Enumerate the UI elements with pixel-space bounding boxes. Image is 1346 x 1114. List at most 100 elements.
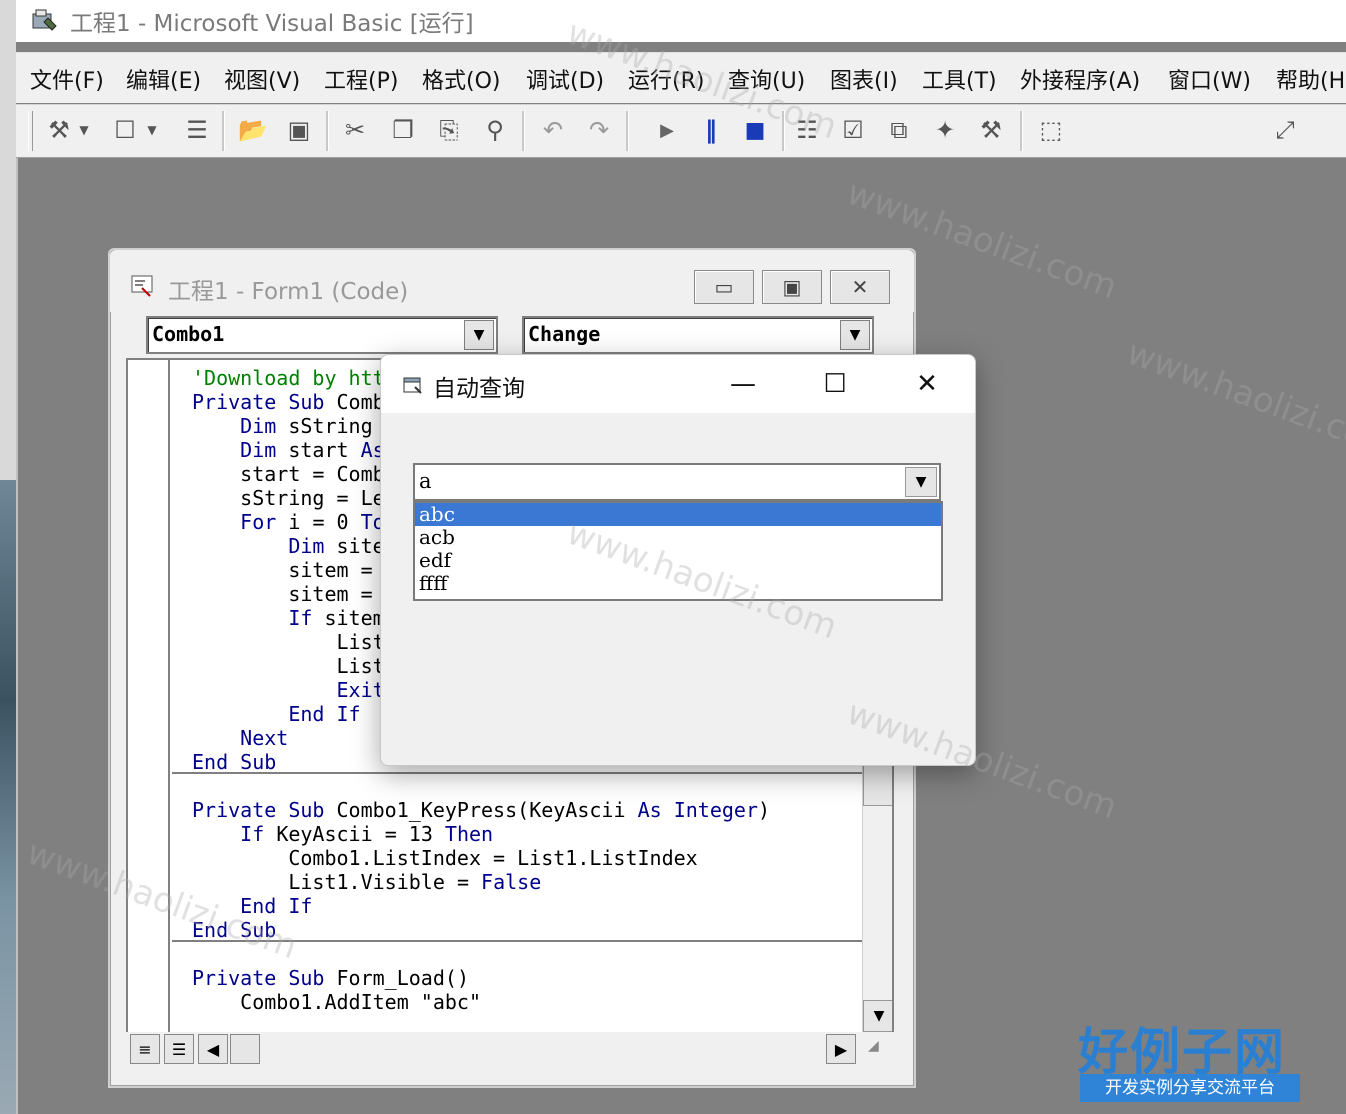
object-combo[interactable]: Combo1 ▼: [146, 316, 498, 354]
code-keyword: Integer: [673, 798, 758, 822]
query-combo[interactable]: a ▼: [413, 463, 941, 501]
code-line: sString = Le: [192, 486, 385, 510]
menu-editor-icon[interactable]: ☰: [180, 113, 214, 147]
cut-icon[interactable]: ✂: [338, 113, 372, 147]
code-line: Private Sub Combo1_KeyPress(KeyAscii As …: [192, 798, 770, 822]
code-line: Dim start As: [192, 438, 385, 462]
code-keyword: Sub: [288, 798, 325, 822]
code-window-titlebar[interactable]: 工程1 - Form1 (Code) ▭ ▣ ✕: [110, 250, 914, 312]
open-project-icon[interactable]: 📂: [236, 113, 270, 147]
code-keyword: If: [288, 606, 313, 630]
query-combo-value[interactable]: a: [419, 469, 432, 493]
chevron-down-icon[interactable]: ▼: [840, 320, 870, 350]
code-token: i: [288, 510, 301, 534]
toolbox-icon[interactable]: ⚒: [974, 113, 1008, 147]
menu-window[interactable]: 窗口(W): [1168, 63, 1251, 95]
procedure-combo[interactable]: Change ▼: [522, 316, 874, 354]
find-icon[interactable]: ⚲: [478, 113, 512, 147]
menu-format[interactable]: 格式(O): [422, 63, 500, 95]
code-token: KeyAscii: [529, 798, 626, 822]
code-line: End If: [192, 702, 361, 726]
list-item[interactable]: edf: [415, 549, 941, 572]
menu-query[interactable]: 查询(U): [728, 63, 805, 95]
add-form-icon[interactable]: ☐: [108, 113, 142, 147]
code-keyword: For: [240, 510, 277, 534]
menu-tools[interactable]: 工具(T): [922, 63, 997, 95]
dialog-close-button[interactable]: ✕: [897, 361, 957, 407]
redo-icon[interactable]: ↷: [582, 113, 616, 147]
margin-indicator-bar[interactable]: [128, 360, 170, 1032]
break-icon[interactable]: ‖: [694, 113, 728, 147]
full-module-view-button[interactable]: ☰: [164, 1034, 194, 1064]
menu-file[interactable]: 文件(F): [30, 63, 104, 95]
horizontal-scroll-thumb[interactable]: [230, 1034, 260, 1064]
menu-run[interactable]: 运行(R): [628, 63, 704, 95]
object-browser-icon[interactable]: ✦: [928, 113, 962, 147]
code-line: Private Sub Comb: [192, 390, 385, 414]
code-token: (: [517, 798, 530, 822]
scroll-down-button[interactable]: ▼: [863, 1000, 892, 1032]
menu-edit[interactable]: 编辑(E): [126, 63, 201, 95]
chevron-down-icon[interactable]: ▼: [464, 320, 494, 350]
form-icon: [403, 377, 422, 394]
save-project-icon[interactable]: ▣: [282, 113, 316, 147]
dropdown-arrow-icon[interactable]: ▼: [144, 113, 160, 147]
code-line: sitem =: [192, 582, 385, 606]
properties-window-icon[interactable]: ☑: [836, 113, 870, 147]
code-keyword: Private: [192, 798, 277, 822]
dialog-maximize-button[interactable]: ☐: [805, 361, 865, 407]
dialog-minimize-button[interactable]: —: [713, 361, 773, 407]
toolbar-separator: [626, 111, 629, 151]
menu-addins[interactable]: 外接程序(A): [1020, 63, 1140, 95]
project-explorer-icon[interactable]: ☷: [790, 113, 824, 147]
copy-icon[interactable]: ❐: [386, 113, 420, 147]
code-keyword: Dim: [288, 534, 325, 558]
close-icon: ✕: [916, 369, 938, 399]
data-view-icon[interactable]: ⬚: [1034, 113, 1068, 147]
dialog-titlebar[interactable]: 自动查询 — ☐ ✕: [381, 355, 975, 413]
list-item[interactable]: acb: [415, 526, 941, 549]
position-icon[interactable]: ⤢: [1268, 113, 1302, 147]
undo-icon[interactable]: ↶: [536, 113, 570, 147]
chevron-left-icon: ◀: [206, 1039, 220, 1059]
code-token: Visible: [360, 870, 445, 894]
procedure-view-button[interactable]: ≡: [130, 1034, 160, 1064]
minimize-button[interactable]: ▭: [694, 270, 754, 304]
code-token: 13: [408, 822, 433, 846]
scroll-right-button[interactable]: ▶: [826, 1034, 856, 1064]
watermark-logo: 好例子网: [1078, 1023, 1286, 1081]
code-line: Dim sString: [192, 414, 385, 438]
code-keyword: Dim: [240, 414, 277, 438]
code-keyword: Sub: [288, 966, 325, 990]
standard-toolbar: ⚒ ▼ ☐ ▼ ☰ 📂 ▣ ✂ ❐ ⎘ ⚲ ↶ ↷ ▶ ‖ ■ ☷ ☑ ⧉ ✦ …: [16, 104, 1346, 159]
resize-grip-icon[interactable]: ◢: [868, 1038, 888, 1060]
start-icon[interactable]: ▶: [650, 113, 684, 147]
code-token: =: [312, 510, 325, 534]
list-item[interactable]: ffff: [415, 572, 941, 595]
menu-project[interactable]: 工程(P): [324, 63, 398, 95]
scroll-left-button[interactable]: ◀: [198, 1034, 228, 1064]
dropdown-arrow-icon[interactable]: ▼: [76, 113, 92, 147]
menu-help[interactable]: 帮助(H: [1276, 63, 1345, 95]
menu-diagram[interactable]: 图表(I): [830, 63, 898, 95]
chevron-down-icon[interactable]: ▼: [905, 467, 937, 497]
menu-debug[interactable]: 调试(D): [526, 63, 604, 95]
toolbar-grip[interactable]: [28, 111, 33, 151]
restore-button[interactable]: ▣: [762, 270, 822, 304]
form-layout-icon[interactable]: ⧉: [882, 113, 916, 147]
desktop-background: [0, 0, 16, 1114]
menu-view[interactable]: 视图(V): [224, 63, 300, 95]
list-item[interactable]: abc: [415, 503, 941, 526]
close-button[interactable]: ✕: [830, 270, 890, 304]
code-keyword: Dim: [240, 438, 277, 462]
end-icon[interactable]: ■: [738, 113, 772, 147]
add-project-icon[interactable]: ⚒: [42, 113, 76, 147]
suggestion-list[interactable]: abc acb edf ffff: [413, 501, 943, 601]
paste-icon[interactable]: ⎘: [432, 113, 466, 147]
toolbar-separator: [326, 111, 329, 151]
